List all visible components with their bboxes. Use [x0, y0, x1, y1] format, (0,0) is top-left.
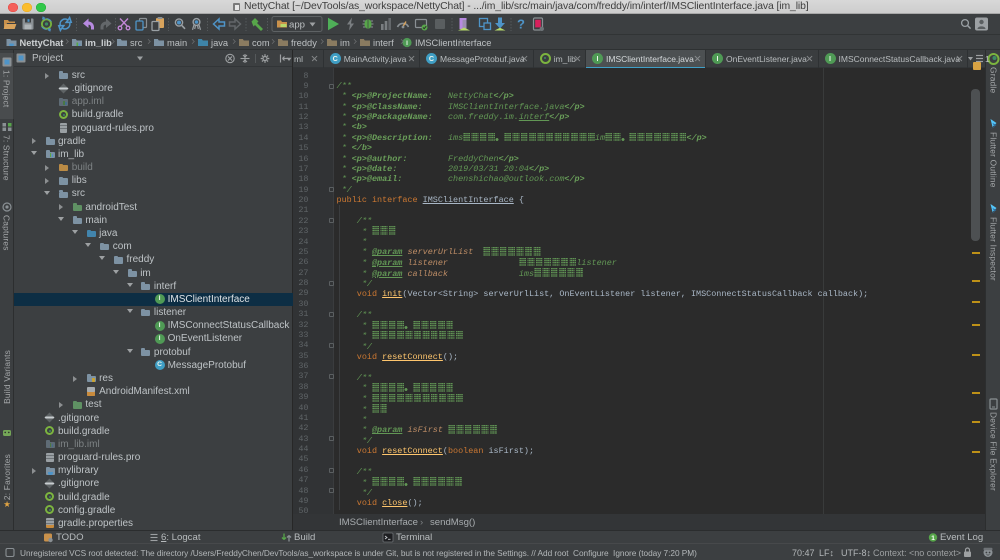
svg-text:app: app: [289, 19, 305, 30]
svg-text:I: I: [406, 40, 408, 47]
svg-text:?: ?: [517, 17, 525, 32]
svg-text:1: 1: [985, 54, 990, 64]
svg-text:★: ★: [3, 499, 11, 509]
svg-text:1: 1: [931, 535, 935, 542]
